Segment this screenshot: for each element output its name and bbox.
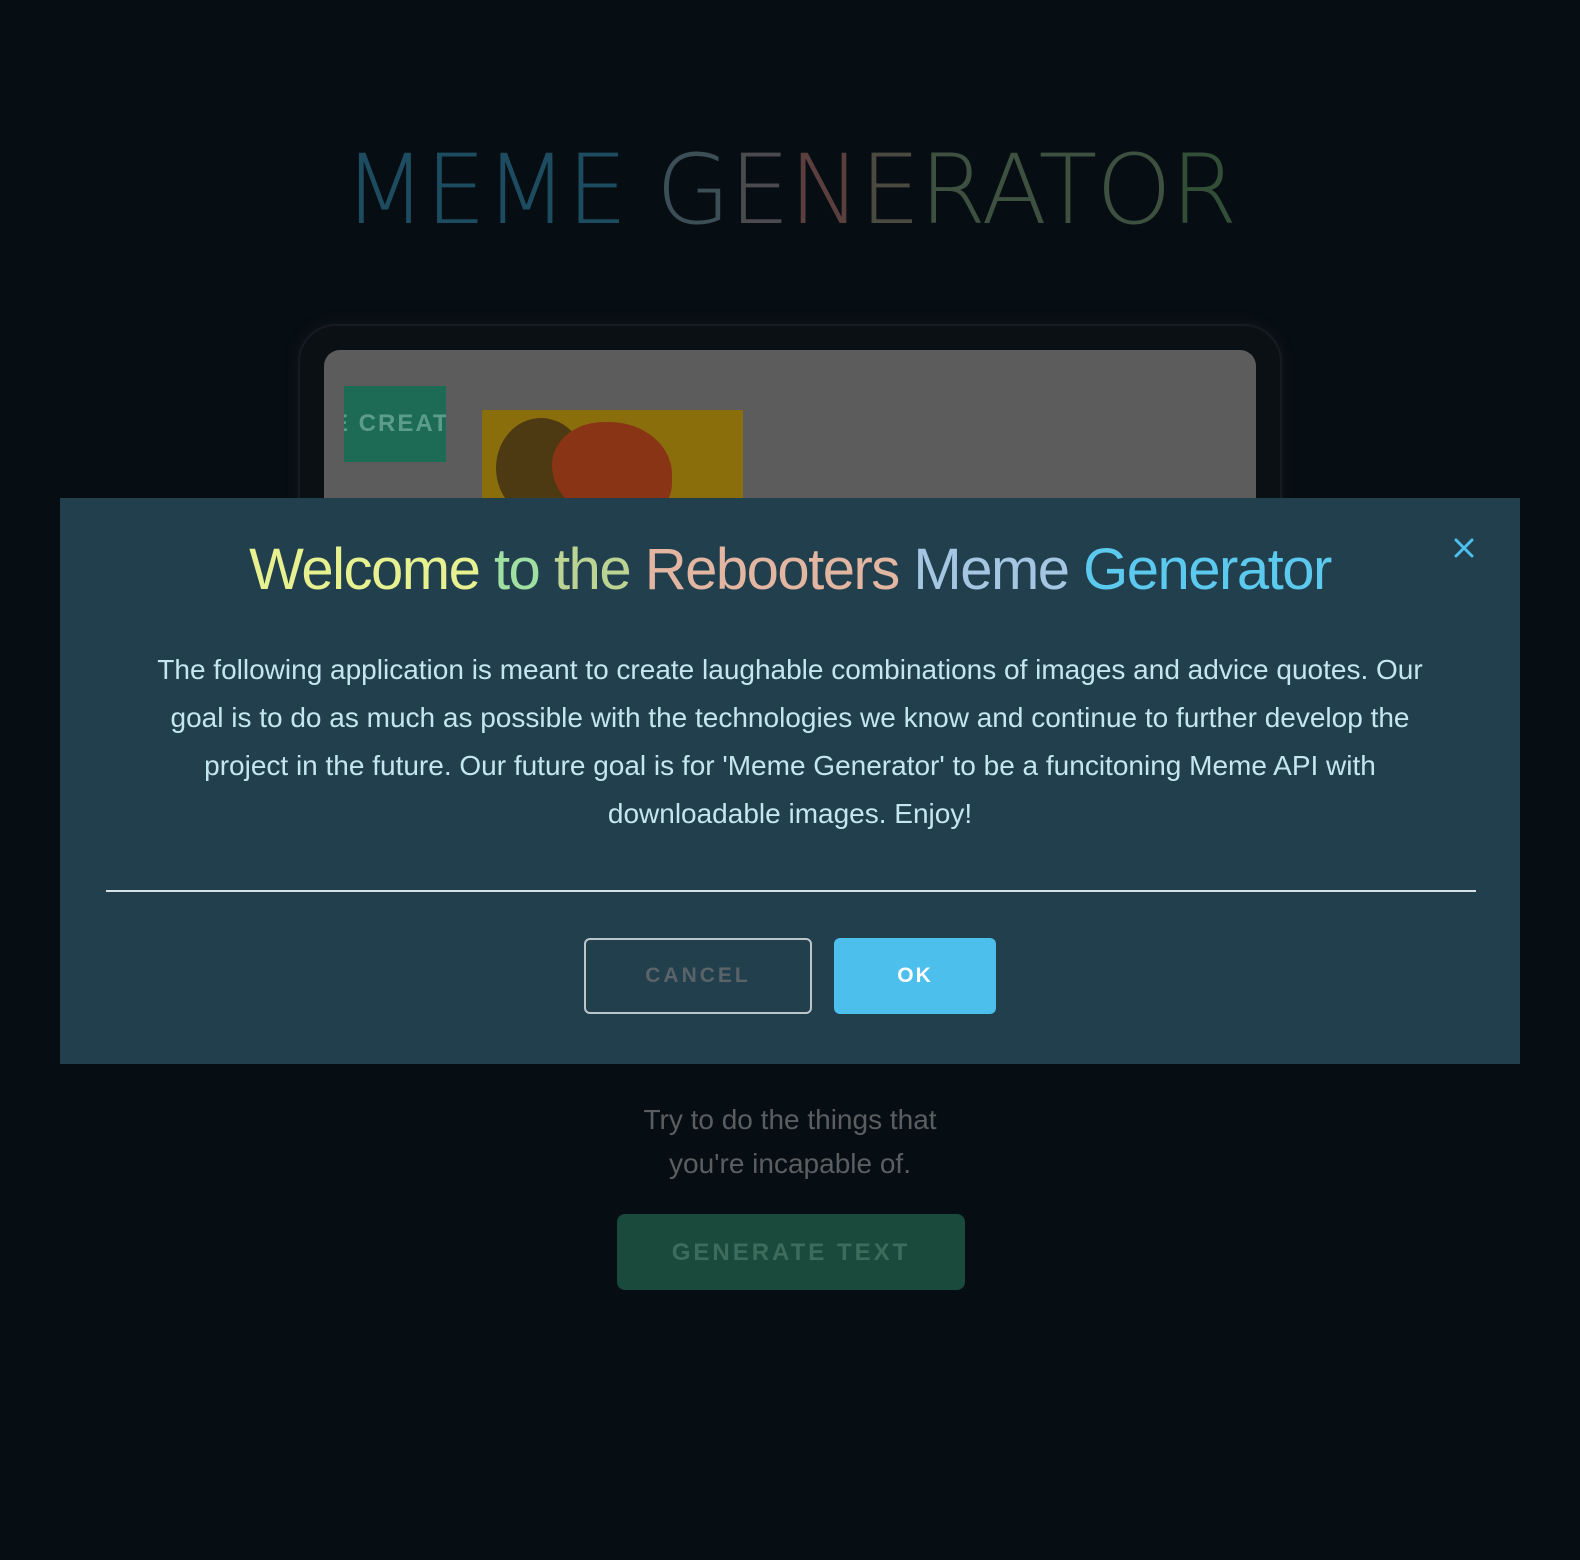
close-icon-glyph: [1454, 538, 1474, 558]
app-title-letter: N: [789, 134, 861, 246]
app-title-letter: E: [729, 134, 790, 246]
advice-quote-line: Try to do the things that: [643, 1104, 937, 1135]
generate-text-button[interactable]: GENERATE TEXT: [617, 1214, 965, 1290]
modal-title: Welcome to the Rebooters Meme Generator: [60, 538, 1520, 602]
modal-title-word: Meme: [898, 537, 1070, 602]
app-title-word-generator: GENERATOR: [656, 134, 1238, 246]
app-title: MEME GENERATOR: [0, 140, 1580, 240]
modal-title-word: Rebooters: [630, 537, 901, 602]
modal-body-text: The following application is meant to cr…: [157, 654, 1423, 829]
cancel-button[interactable]: CANCEL: [584, 938, 812, 1014]
welcome-modal: Welcome to the Rebooters Meme Generator …: [60, 498, 1520, 1064]
close-icon[interactable]: [1450, 534, 1478, 562]
create-meme-button[interactable]: E CREATE: [344, 386, 446, 462]
app-title-word-meme: MEME: [343, 134, 628, 246]
ok-button[interactable]: OK: [834, 938, 996, 1014]
page: MEME GENERATOR E CREATE Try to do the th…: [0, 0, 1580, 1560]
app-title-letter: G: [656, 134, 730, 246]
modal-title-word: Generator: [1068, 537, 1332, 602]
advice-quote: Try to do the things that you're incapab…: [0, 1098, 1580, 1186]
app-title-letter: E: [859, 134, 921, 246]
app-title-letter: R: [1170, 134, 1238, 246]
app-title-letter: RATO: [919, 134, 1172, 246]
modal-title-word: Welcome: [249, 537, 481, 602]
modal-title-word: the: [539, 537, 632, 602]
advice-quote-line: you're incapable of.: [669, 1148, 911, 1179]
modal-title-word: to: [479, 537, 541, 602]
modal-divider: [106, 890, 1476, 892]
